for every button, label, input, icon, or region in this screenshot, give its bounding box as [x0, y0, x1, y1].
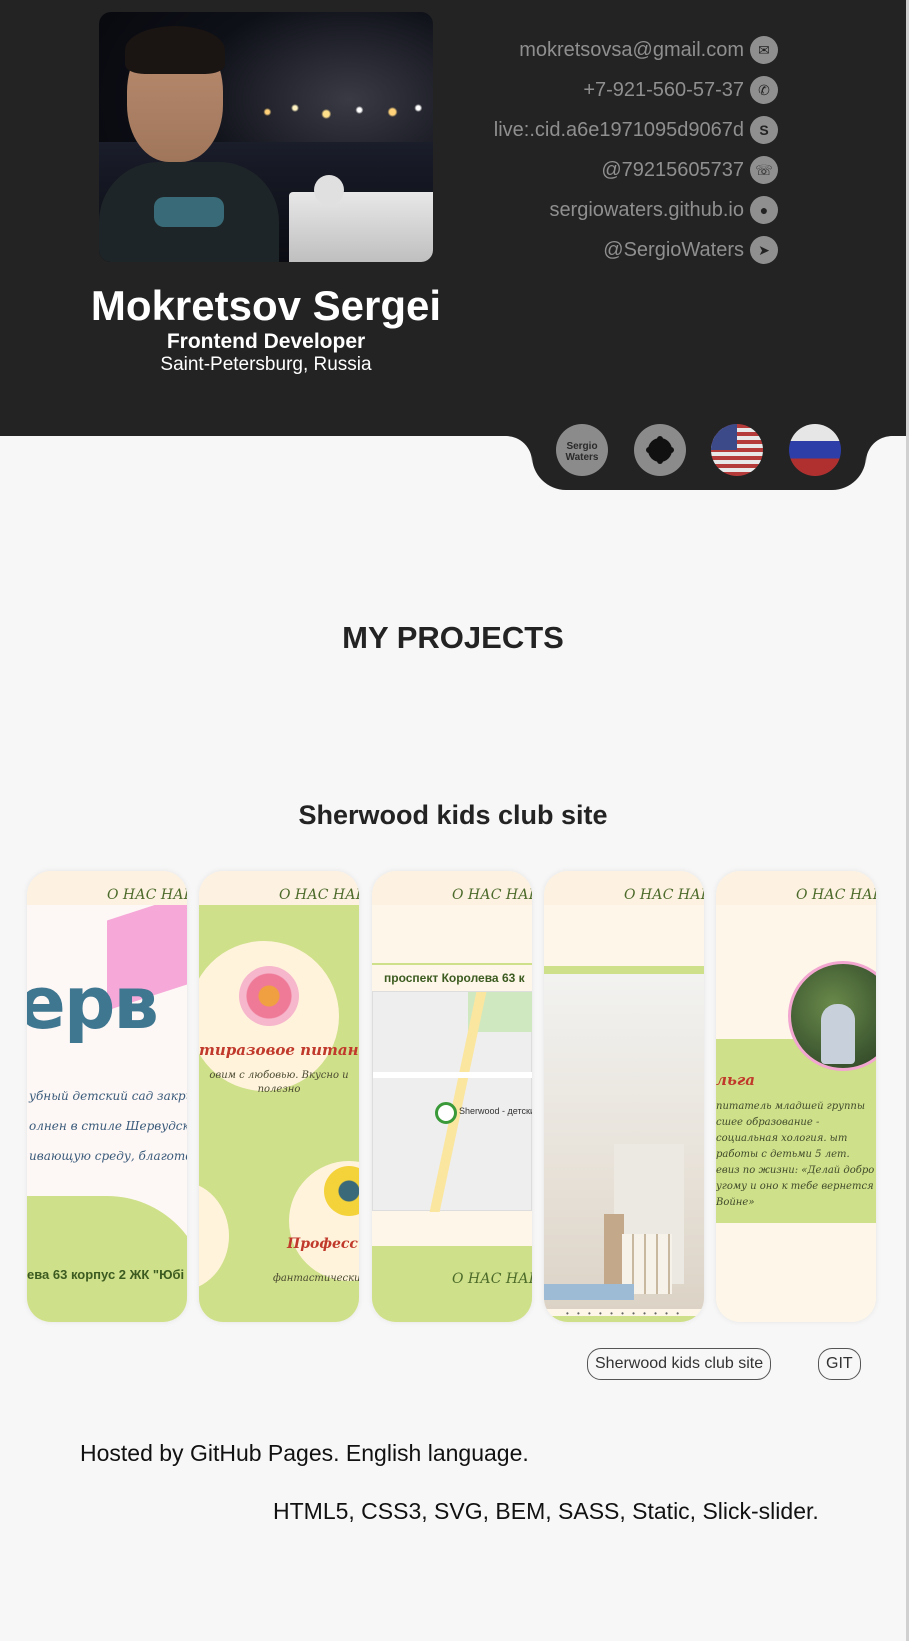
project-slide-5[interactable]: О НАС НАШ льга питатель младшей группы с… [716, 871, 876, 1322]
controls-tab-corner-right [866, 436, 892, 462]
tech-stack: HTML5, CSS3, SVG, BEM, SASS, Static, Sli… [273, 1498, 819, 1524]
map-road [429, 992, 487, 1212]
slide-text-line: убный детский сад закрыто [29, 1089, 187, 1103]
slide-nav: О НАС НАШ [544, 871, 704, 905]
project-slide-3[interactable]: О НАС НАШ проспект Королева 63 к Sherwoo… [372, 871, 532, 1322]
slide-heading: Профессио [287, 1236, 359, 1252]
skype-icon: S [750, 116, 778, 144]
slide-bottom-text: ева 63 корпус 2 ЖК "Юбі [27, 1267, 185, 1282]
theme-toggle-button[interactable] [634, 424, 686, 476]
language-en-button[interactable] [711, 424, 763, 476]
slide-heading: тиразовое питание [199, 1041, 359, 1059]
github-icon: ● [750, 196, 778, 224]
contact-phone-text: +7-921-560-57-37 [583, 78, 744, 101]
teacher-bio: питатель младшей группы сшее образование… [716, 1101, 875, 1208]
slide-green-shape [27, 1196, 187, 1322]
slide-green-bar [544, 966, 704, 974]
contact-github[interactable]: sergiowaters.github.io ● [494, 190, 778, 230]
controls-tab-corner-left [506, 436, 532, 462]
project-slide-1[interactable]: О НАС НАШ ерв убный детский сад закрыто … [27, 871, 187, 1322]
logo-button[interactable]: Sergio Waters [556, 424, 608, 476]
profile-header: Mokretsov Sergei Frontend Developer Sain… [0, 0, 906, 436]
photo-railing-ball [314, 175, 344, 205]
logo-text: Sergio Waters [565, 441, 599, 463]
slide-nav: О НАС НАШ [372, 871, 532, 905]
contact-skype-text: live:.cid.a6e1971095d9067d [493, 118, 744, 141]
slide-text: овим с любовью. Вкусно и полезно [209, 1070, 349, 1095]
slide-nav: О НАС НАШ [199, 871, 359, 905]
whatsapp-icon: ☏ [750, 156, 778, 184]
slide-text: фантастический с детьм [273, 1273, 359, 1284]
teacher-name: льга [716, 1071, 756, 1089]
site-link-button[interactable]: Sherwood kids club site [587, 1348, 772, 1380]
sun-icon [648, 438, 672, 462]
profile-location: Saint-Petersburg, Russia [160, 354, 372, 375]
contact-whatsapp[interactable]: @79215605737 ☏ [494, 150, 778, 190]
map-label: Sherwood - детский [459, 1106, 532, 1116]
contact-telegram-text: @SergioWaters [603, 238, 744, 261]
contact-telegram[interactable]: @SergioWaters ➤ [494, 230, 778, 270]
contact-email[interactable]: mokretsovsa@gmail.com ✉ [494, 30, 778, 70]
slide-hero-text: ерв [27, 961, 159, 1045]
profile-role: Frontend Developer [166, 330, 366, 353]
hosting-info: Hosted by GitHub Pages. English language… [80, 1440, 529, 1466]
contact-email-text: mokretsovsa@gmail.com [519, 38, 744, 61]
git-link-button[interactable]: GIT [818, 1348, 861, 1380]
flower-icon [239, 966, 299, 1026]
contact-phone[interactable]: +7-921-560-57-37 ✆ [494, 70, 778, 110]
contact-list: mokretsovsa@gmail.com ✉ +7-921-560-57-37… [494, 30, 778, 270]
map-pin-icon [435, 1102, 457, 1124]
slide-footer-nav: О НАС НАШ [452, 1271, 532, 1287]
photo-person-hair [125, 26, 225, 74]
slide-text-line: ивающую среду, благотворно [29, 1149, 187, 1163]
photo-railing [289, 192, 433, 262]
slide-text-line: олнен в стиле Шервудского л [29, 1119, 187, 1133]
profile-photo [99, 12, 433, 262]
project-title: Sherwood kids club site [298, 800, 608, 830]
slide-map: Sherwood - детский [372, 991, 532, 1212]
contact-whatsapp-text: @79215605737 [601, 158, 744, 181]
photo-shirt-print [154, 197, 224, 227]
slide-address: проспект Королева 63 к [372, 963, 532, 989]
slide-room-photo [544, 974, 704, 1309]
slide-text: убный детский сад закрыто олнен в стиле … [29, 1081, 187, 1171]
slide-nav: О НАС НАШ [27, 871, 187, 905]
map-road [373, 1072, 532, 1078]
contact-skype[interactable]: live:.cid.a6e1971095d9067d S [494, 110, 778, 150]
section-title: MY PROJECTS [342, 620, 564, 655]
slide-green-bar [544, 1316, 704, 1322]
project-slide-2[interactable]: О НАС НАШ тиразовое питание овим с любов… [199, 871, 359, 1322]
mail-icon: ✉ [750, 36, 778, 64]
contact-github-text: sergiowaters.github.io [549, 198, 744, 221]
language-ru-button[interactable] [789, 424, 841, 476]
profile-name: Mokretsov Sergei [90, 282, 442, 329]
telegram-icon: ➤ [750, 236, 778, 264]
photo-lights [249, 92, 433, 132]
slide-nav: О НАС НАШ [716, 871, 876, 905]
room-bench [544, 1284, 634, 1300]
room-door [604, 1214, 624, 1294]
project-slide-4[interactable]: О НАС НАШ • • • • • • • • • • • [544, 871, 704, 1322]
phone-icon: ✆ [750, 76, 778, 104]
